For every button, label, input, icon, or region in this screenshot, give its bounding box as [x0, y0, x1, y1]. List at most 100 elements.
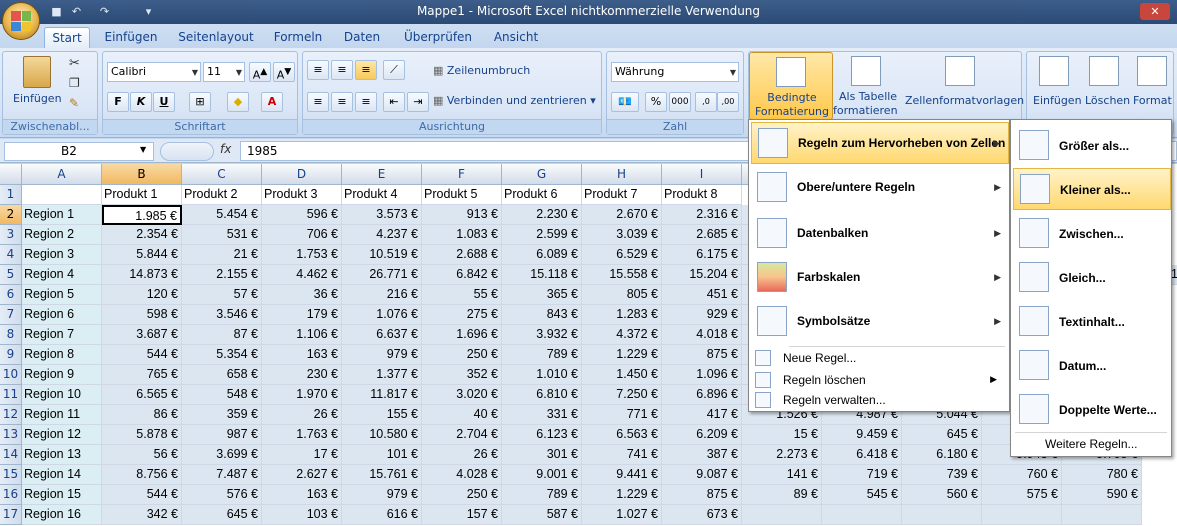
data-cell[interactable]: 2.273 €: [742, 445, 822, 465]
data-cell[interactable]: 86 €: [102, 405, 182, 425]
data-cell[interactable]: 2.155 €: [182, 265, 262, 285]
data-cell[interactable]: 157 €: [422, 505, 502, 525]
data-cell[interactable]: 545 €: [822, 485, 902, 505]
data-cell[interactable]: 6.175 €: [662, 245, 742, 265]
data-cell[interactable]: 596 €: [262, 205, 342, 225]
row-header[interactable]: 3: [0, 225, 22, 245]
merge-center-button[interactable]: ▦ Verbinden und zentrieren ▾: [433, 94, 596, 107]
data-cell[interactable]: 352 €: [422, 365, 502, 385]
data-cell[interactable]: 9.459 €: [822, 425, 902, 445]
row-header[interactable]: 12: [0, 405, 22, 425]
data-cell[interactable]: 760 €: [982, 465, 1062, 485]
row-header[interactable]: 7: [0, 305, 22, 325]
data-cell[interactable]: 2.688 €: [422, 245, 502, 265]
data-cell[interactable]: 14.873 €: [102, 265, 182, 285]
format-as-table-label1[interactable]: Als Tabelle: [839, 90, 897, 103]
tab-formeln[interactable]: Formeln: [270, 27, 326, 48]
data-cell[interactable]: 2.230 €: [502, 205, 582, 225]
underline-button[interactable]: U: [153, 92, 175, 112]
data-cell[interactable]: 780 €: [1062, 465, 1142, 485]
data-cell[interactable]: 163 €: [262, 485, 342, 505]
data-cell[interactable]: 8.756 €: [102, 465, 182, 485]
data-cell[interactable]: [822, 505, 902, 525]
font-name-select[interactable]: Calibri ▼: [107, 62, 201, 82]
column-title-cell[interactable]: Produkt 5: [422, 185, 502, 205]
data-cell[interactable]: 1.696 €: [422, 325, 502, 345]
data-cell[interactable]: 1.229 €: [582, 485, 662, 505]
data-cell[interactable]: 89 €: [742, 485, 822, 505]
align-top-icon[interactable]: ≡: [307, 60, 329, 80]
column-header[interactable]: C: [182, 164, 262, 185]
submenu-item-more-rules[interactable]: Weitere Regeln...: [1011, 435, 1169, 455]
office-button[interactable]: [2, 2, 40, 40]
data-cell[interactable]: 21 €: [182, 245, 262, 265]
decrease-decimal-icon[interactable]: ,00: [717, 92, 739, 112]
data-cell[interactable]: 1.763 €: [262, 425, 342, 445]
data-cell[interactable]: 929 €: [662, 305, 742, 325]
data-cell[interactable]: 163 €: [262, 345, 342, 365]
number-format-select[interactable]: Währung ▼: [611, 62, 739, 82]
orientation-icon[interactable]: ⟋: [383, 60, 405, 80]
data-cell[interactable]: 5.844 €: [102, 245, 182, 265]
paste-button[interactable]: Einfügen: [13, 92, 62, 105]
submenu-item-greater-than[interactable]: Größer als...: [1013, 124, 1171, 168]
data-cell[interactable]: 645 €: [182, 505, 262, 525]
data-cell[interactable]: 141 €: [742, 465, 822, 485]
menu-item-new-rule[interactable]: Neue Regel...: [749, 348, 1007, 368]
data-cell[interactable]: 9.441 €: [582, 465, 662, 485]
data-cell[interactable]: 575 €: [982, 485, 1062, 505]
data-cell[interactable]: 7.250 €: [582, 385, 662, 405]
copy-icon[interactable]: ❐: [69, 76, 80, 90]
data-cell[interactable]: 771 €: [582, 405, 662, 425]
align-left-icon[interactable]: ≡: [307, 92, 329, 112]
fill-color-icon[interactable]: ◆: [227, 92, 249, 112]
data-cell[interactable]: 2.599 €: [502, 225, 582, 245]
row-label-cell[interactable]: Region 8: [22, 345, 102, 365]
shrink-font-button[interactable]: A▼: [273, 62, 295, 82]
data-cell[interactable]: 560 €: [902, 485, 982, 505]
data-cell[interactable]: 1.283 €: [582, 305, 662, 325]
column-header[interactable]: G: [502, 164, 582, 185]
increase-indent-icon[interactable]: ⇥: [407, 92, 429, 112]
data-cell[interactable]: 3.573 €: [342, 205, 422, 225]
row-label-cell[interactable]: Region 11: [22, 405, 102, 425]
data-cell[interactable]: 15.558 €: [582, 265, 662, 285]
data-cell[interactable]: 101 €: [342, 445, 422, 465]
data-cell[interactable]: 3.932 €: [502, 325, 582, 345]
row-header[interactable]: 15: [0, 465, 22, 485]
data-cell[interactable]: 387 €: [662, 445, 742, 465]
redo-icon[interactable]: ↷: [96, 3, 113, 20]
data-cell[interactable]: [902, 505, 982, 525]
data-cell[interactable]: 2.670 €: [582, 205, 662, 225]
data-cell[interactable]: 5.878 €: [102, 425, 182, 445]
tab-einfuegen[interactable]: Einfügen: [100, 27, 162, 48]
data-cell[interactable]: 26 €: [262, 405, 342, 425]
data-cell[interactable]: 979 €: [342, 485, 422, 505]
increase-decimal-icon[interactable]: ,0: [695, 92, 717, 112]
row-header[interactable]: 1: [0, 185, 22, 205]
menu-item-topbottom-rules[interactable]: Obere/untere Regeln ▶: [751, 166, 1009, 210]
data-cell[interactable]: 1.229 €: [582, 345, 662, 365]
data-cell[interactable]: 843 €: [502, 305, 582, 325]
row-header[interactable]: 9: [0, 345, 22, 365]
borders-icon[interactable]: ⊞: [189, 92, 211, 112]
data-cell[interactable]: 789 €: [502, 345, 582, 365]
format-as-table-label2[interactable]: formatieren: [833, 104, 898, 117]
data-cell[interactable]: 544 €: [102, 485, 182, 505]
data-cell[interactable]: 7.487 €: [182, 465, 262, 485]
data-cell[interactable]: 6.123 €: [502, 425, 582, 445]
grow-font-button[interactable]: A▲: [249, 62, 271, 82]
data-cell[interactable]: 10.580 €: [342, 425, 422, 445]
wrap-text-button[interactable]: ▦ Zeilenumbruch: [433, 64, 530, 77]
row-header[interactable]: 16: [0, 485, 22, 505]
align-bottom-icon[interactable]: ≡: [355, 60, 377, 80]
data-cell[interactable]: 645 €: [902, 425, 982, 445]
font-color-icon[interactable]: A: [261, 92, 283, 112]
submenu-item-less-than[interactable]: Kleiner als...: [1013, 168, 1171, 210]
data-cell[interactable]: 6.810 €: [502, 385, 582, 405]
data-cell[interactable]: 15 €: [742, 425, 822, 445]
data-cell[interactable]: 1.027 €: [582, 505, 662, 525]
menu-item-data-bars[interactable]: Datenbalken ▶: [751, 212, 1009, 256]
data-cell[interactable]: 250 €: [422, 485, 502, 505]
data-cell[interactable]: 616 €: [342, 505, 422, 525]
